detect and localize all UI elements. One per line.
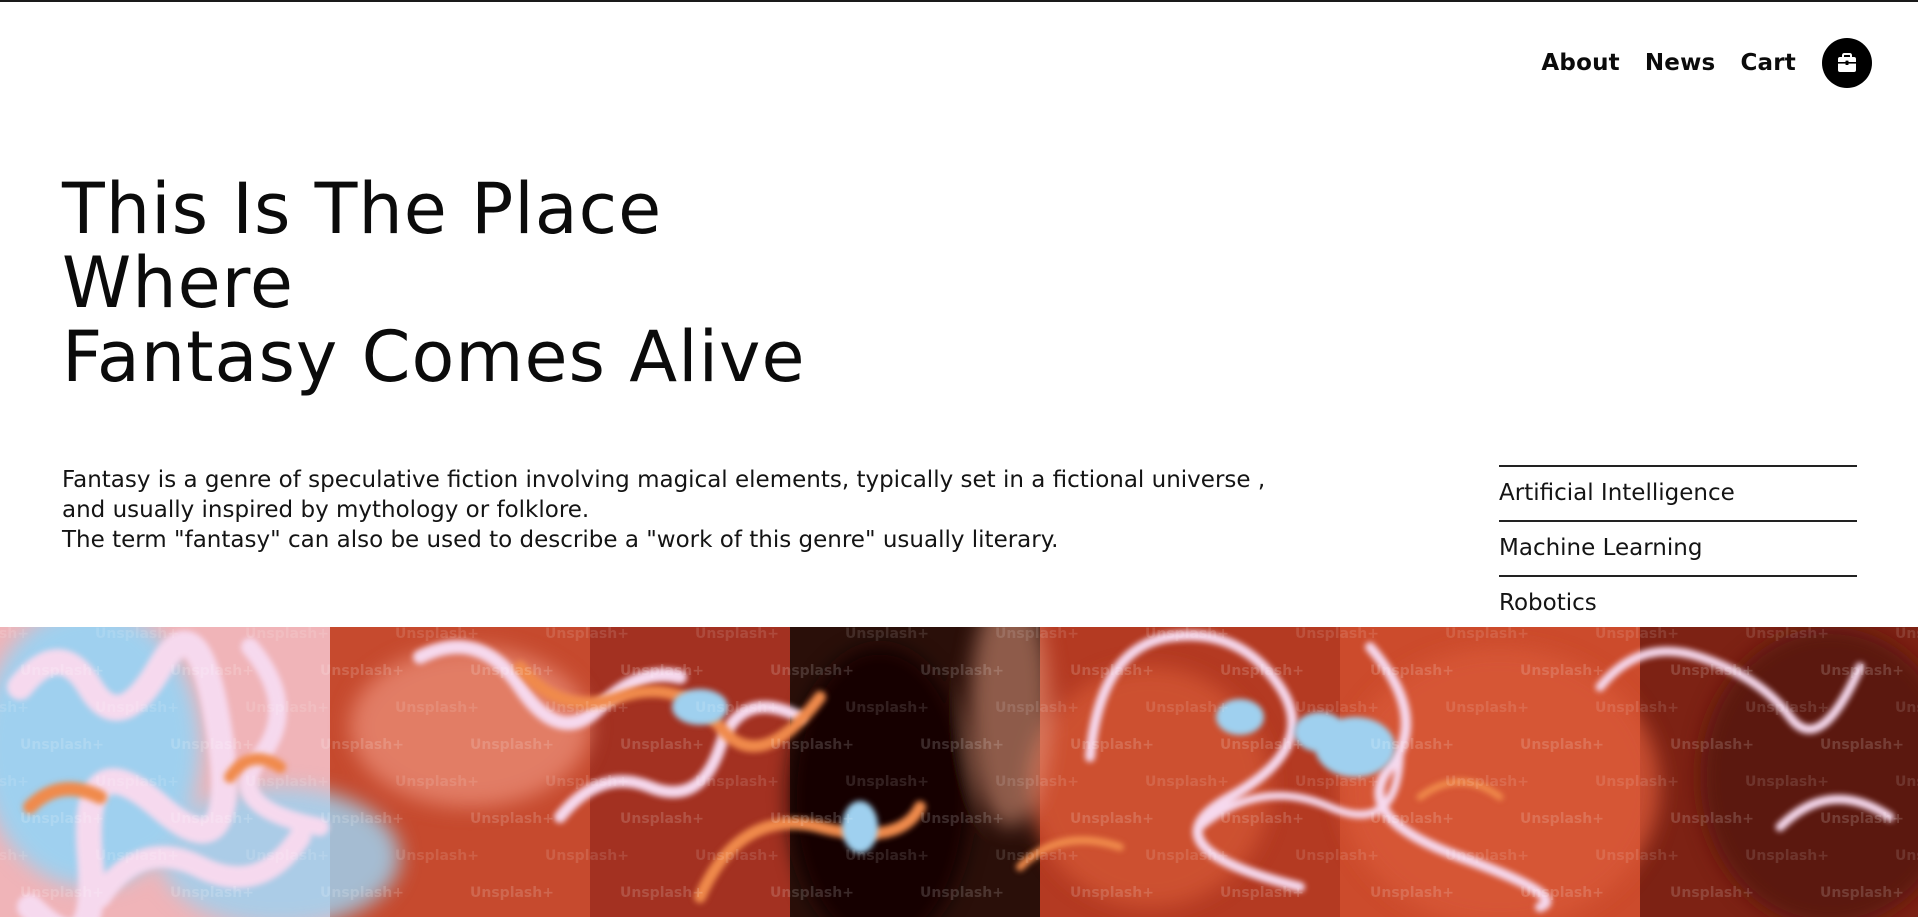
- intro-line: Fantasy is a genre of speculative fictio…: [62, 467, 1266, 493]
- intro-line: The term "fantasy" can also be used to d…: [62, 527, 1059, 553]
- cart-button[interactable]: [1822, 38, 1872, 88]
- hero-title-line: Where: [62, 242, 294, 324]
- hero-title-line: This Is The Place: [62, 168, 663, 250]
- nav-link-about[interactable]: About: [1541, 50, 1619, 76]
- main-nav: About News Cart: [1541, 38, 1872, 88]
- topic-item-robotics[interactable]: Robotics: [1499, 577, 1857, 630]
- nav-link-news[interactable]: News: [1645, 50, 1716, 76]
- intro-paragraph: Fantasy is a genre of speculative fictio…: [62, 465, 1442, 555]
- topic-item-artificial-intelligence[interactable]: Artificial Intelligence: [1499, 467, 1857, 522]
- topic-list: Artificial Intelligence Machine Learning…: [1499, 465, 1857, 630]
- hero-title: This Is The Place Where Fantasy Comes Al…: [62, 172, 806, 394]
- top-border: [0, 0, 1918, 2]
- hero-title-line: Fantasy Comes Alive: [62, 316, 806, 398]
- hero-banner-image: Unsplash+ Unsplash+: [0, 627, 1918, 917]
- intro-line: and usually inspired by mythology or fol…: [62, 497, 590, 523]
- neon-abstract-art: Unsplash+ Unsplash+: [0, 627, 1918, 917]
- topic-item-machine-learning[interactable]: Machine Learning: [1499, 522, 1857, 577]
- nav-link-cart[interactable]: Cart: [1740, 50, 1796, 76]
- shopping-bag-icon: [1838, 53, 1856, 72]
